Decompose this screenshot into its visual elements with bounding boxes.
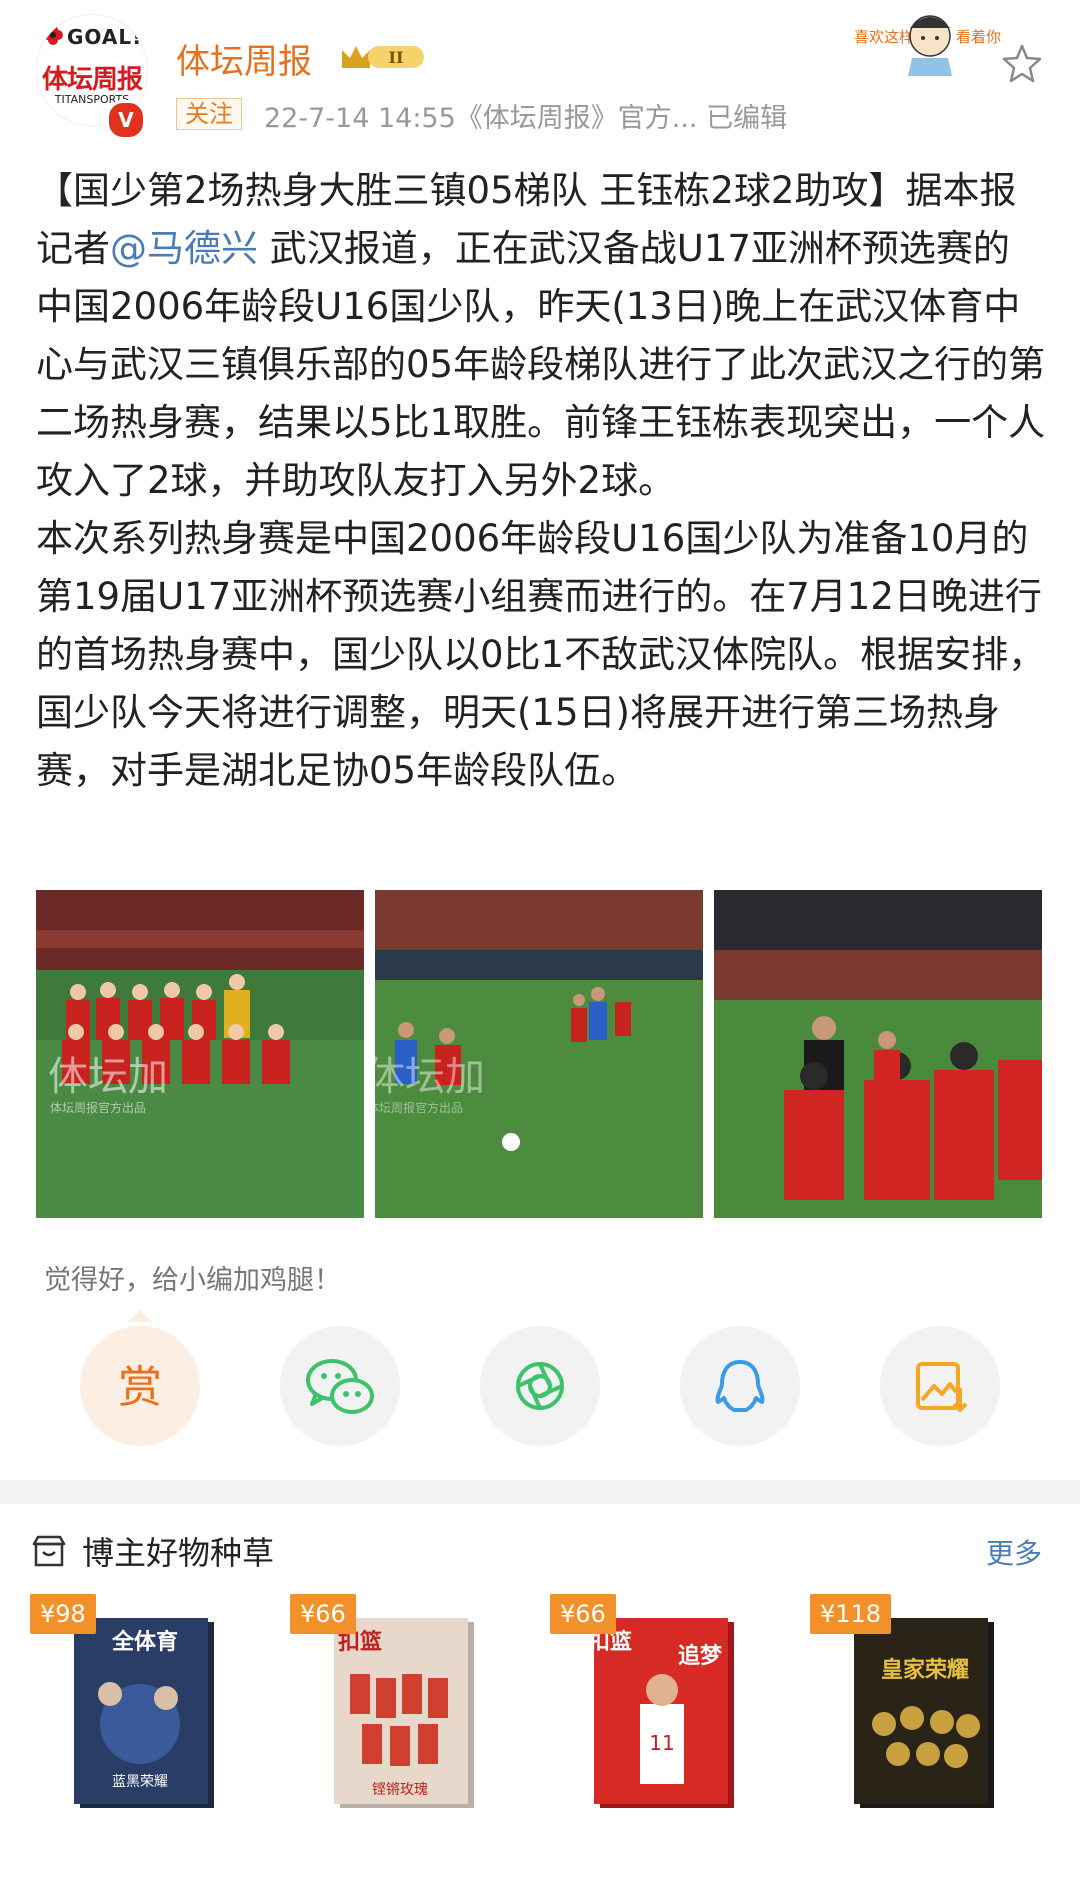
photo-2-watermark-subtitle: 体坛周报官方出品 — [375, 1100, 463, 1115]
photo-1-watermark-subtitle: 体坛周报官方出品 — [50, 1100, 146, 1115]
cover-1-subtitle: 蓝黑荣耀 — [112, 1774, 168, 1790]
photo-2-watermark: 体坛加 — [375, 1054, 485, 1100]
flower-logo-icon — [43, 25, 63, 45]
reward-button-label: 赏 — [118, 1362, 162, 1413]
product-row: 蓝黑荣耀 全体育 ¥98 铿锵玫瑰 扣篮 ¥66 11 扣篮 追梦 ¥66 皇家… — [0, 1594, 1080, 1877]
mention-link[interactable]: @马德兴 — [110, 227, 258, 270]
wechat-icon — [306, 1359, 374, 1414]
photo-match-action[interactable]: 体坛加 体坛周报官方出品 — [375, 890, 703, 1218]
save-image-button[interactable] — [880, 1326, 1000, 1446]
follow-button[interactable]: 关注 — [176, 98, 242, 130]
favorite-star-icon[interactable] — [1000, 42, 1044, 86]
photo-team-lineup[interactable]: 体坛加 体坛周报官方出品 — [36, 890, 364, 1218]
reward-tip: 觉得好，给小编加鸡腿！ — [44, 1265, 341, 1296]
post-body: 【国少第2场热身大胜三镇05梯队 王钰栋2球2助攻】据本报记者@马德兴 武汉报道… — [36, 162, 1046, 800]
photo-grid: 体坛加 体坛周报官方出品 体坛加 体坛周报官方出品 — [36, 890, 1042, 1218]
product-price: ¥66 — [550, 1594, 616, 1634]
qq-penguin-icon — [715, 1360, 765, 1412]
tip-pointer — [128, 1310, 152, 1322]
product-card[interactable]: 11 扣篮 追梦 ¥66 — [550, 1594, 770, 1854]
shop-icon — [32, 1535, 66, 1567]
shop-section-header: 博主好物种草 更多 — [0, 1504, 1080, 1594]
sticker-text-right: 看着你 — [956, 28, 1001, 46]
post-header: GOAL! 体坛周报 TITANSPORTS V 体坛周报 II 关注 22-7… — [0, 0, 1080, 140]
sticker-text-left: 喜欢这样 — [854, 28, 914, 46]
post-paragraph-2: 本次系列热身赛是中国2006年龄段U16国少队为准备10月的第19届U17亚洲杯… — [36, 517, 1046, 792]
moments-share-button[interactable] — [480, 1326, 600, 1446]
share-action-row: 赏 — [0, 1322, 1080, 1446]
level-badge-text: II — [389, 48, 404, 67]
wechat-share-button[interactable] — [280, 1326, 400, 1446]
username[interactable]: 体坛周报 — [176, 34, 312, 83]
camera-aperture-icon — [516, 1362, 564, 1410]
cover-4-title: 皇家荣耀 — [880, 1658, 969, 1683]
cover-3-subtitle: 追梦 — [677, 1644, 722, 1669]
cover-2-subtitle: 铿锵玫瑰 — [372, 1782, 428, 1798]
product-price: ¥118 — [810, 1594, 892, 1634]
reward-button[interactable]: 赏 — [80, 1326, 200, 1446]
product-price: ¥98 — [30, 1594, 96, 1634]
qq-share-button[interactable] — [680, 1326, 800, 1446]
product-card[interactable]: 皇家荣耀 ¥118 — [810, 1594, 1030, 1854]
avatar-brand-text: 体坛周报 — [41, 65, 143, 95]
svg-text:11: 11 — [649, 1731, 674, 1755]
save-image-icon — [916, 1362, 968, 1412]
product-card[interactable]: 铿锵玫瑰 扣篮 ¥66 — [290, 1594, 510, 1854]
photo-team-huddle[interactable] — [714, 890, 1042, 1218]
post-meta: 22-7-14 14:55《体坛周报》官方... 已编辑 — [264, 103, 788, 134]
verified-badge: V — [106, 100, 146, 140]
section-divider — [0, 1480, 1080, 1504]
cartoon-sticker: 喜欢这样 看着你 — [854, 15, 1001, 76]
product-price: ¥66 — [290, 1594, 356, 1634]
product-cover — [854, 1618, 994, 1808]
photo-1-watermark: 体坛加 — [48, 1054, 168, 1100]
shop-title: 博主好物种草 — [82, 1534, 275, 1572]
level-crown-badge: II — [342, 46, 424, 68]
avatar-goal-text: GOAL! — [67, 25, 143, 49]
product-card[interactable]: 蓝黑荣耀 全体育 ¥98 — [30, 1594, 250, 1854]
more-link[interactable]: 更多 — [986, 1532, 1042, 1572]
